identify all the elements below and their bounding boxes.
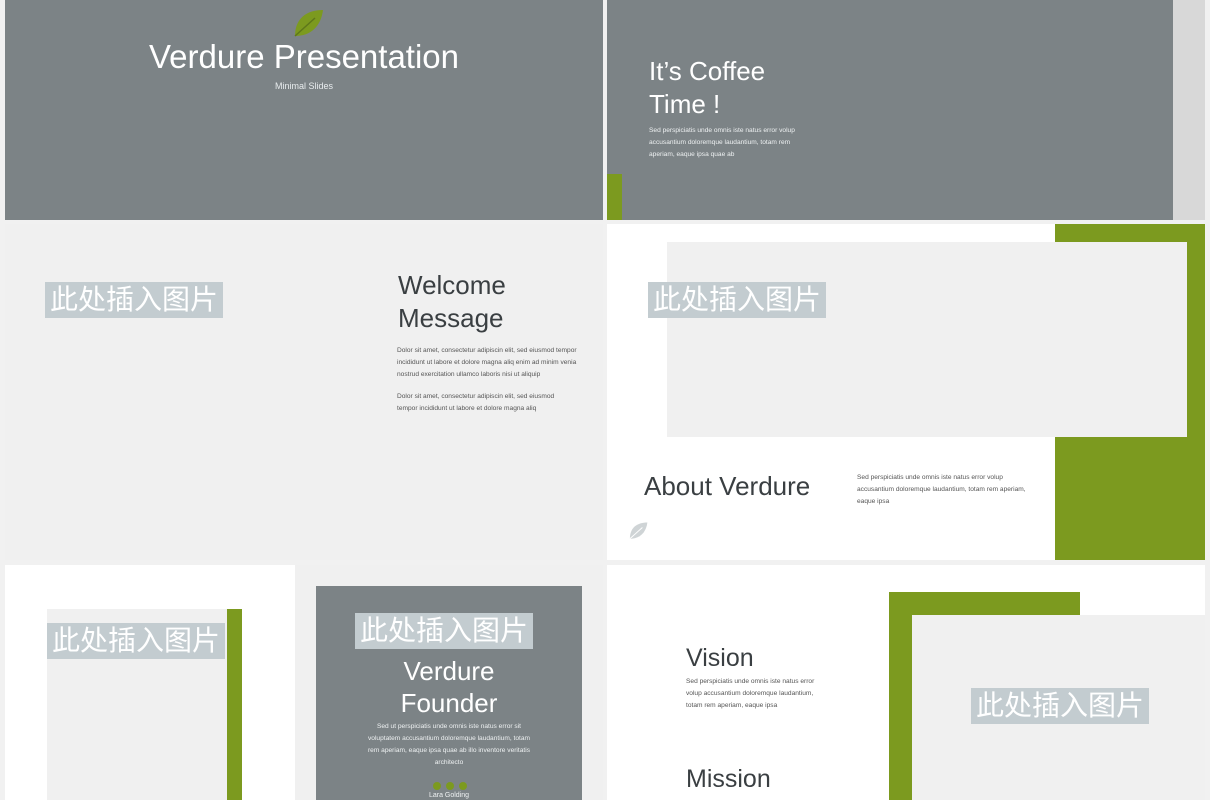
slide-title[interactable]: Verdure Presentation Minimal Slides: [5, 0, 603, 220]
founder-name: Lara Golding: [428, 792, 470, 799]
founder-body: Sed ut perspiciatis unde omnis iste natu…: [367, 723, 530, 766]
image-placeholder[interactable]: 此处插入图片: [648, 282, 827, 318]
green-accent-bar: [227, 609, 242, 800]
vision-title: Vision: [686, 644, 754, 672]
founder-title-line1: Verdure: [403, 656, 495, 686]
image-placeholder[interactable]: 此处插入图片: [45, 282, 224, 318]
founder-title-line2: Founder: [400, 688, 498, 718]
coffee-body: Sed perspiciatis unde omnis iste natus e…: [649, 127, 795, 158]
slide-welcome[interactable]: 此处插入图片 Welcome Message Dolor sit amet, c…: [5, 224, 603, 560]
leaf-icon: [291, 6, 325, 38]
image-placeholder[interactable]: 此处插入图片: [355, 613, 534, 649]
coffee-title-line1: It’s Coffee: [649, 56, 766, 86]
mission-title: Mission: [686, 765, 771, 793]
green-accent-bar: [607, 174, 622, 220]
welcome-title-line1: Welcome: [398, 270, 506, 300]
leaf-icon: [627, 520, 649, 540]
right-light-band: [1173, 0, 1205, 220]
slide-vision-mission[interactable]: 此处插入图片 Vision Sed perspiciatis unde omni…: [607, 565, 1205, 800]
welcome-para-2: Dolor sit amet, consectetur adipiscin el…: [397, 393, 555, 412]
coffee-title-line2: Time !: [649, 89, 721, 119]
slide-subtitle: Minimal Slides: [274, 81, 334, 91]
image-frame: [667, 242, 1187, 437]
founder-card: 此处插入图片 Verdure Founder Sed ut perspiciat…: [316, 586, 582, 800]
image-placeholder[interactable]: 此处插入图片: [971, 688, 1150, 724]
about-title: About Verdure: [644, 471, 811, 501]
welcome-title-line2: Message: [398, 303, 504, 333]
welcome-para-1: Dolor sit amet, consectetur adipiscin el…: [397, 347, 577, 378]
image-placeholder[interactable]: 此处插入图片: [47, 623, 226, 659]
about-body: Sed perspiciatis unde omnis iste natus e…: [857, 474, 1026, 505]
slide-title-heading: Verdure Presentation: [148, 38, 460, 75]
slide-founder[interactable]: 此处插入图片 此处插入图片 Verdure Founder Sed ut per…: [5, 565, 603, 800]
vision-body: Sed perspiciatis unde omnis iste natus e…: [686, 678, 815, 709]
slide-about[interactable]: 此处插入图片 About Verdure Sed perspiciatis un…: [607, 224, 1205, 560]
slide-coffee[interactable]: It’s Coffee Time ! Sed perspiciatis unde…: [607, 0, 1205, 220]
